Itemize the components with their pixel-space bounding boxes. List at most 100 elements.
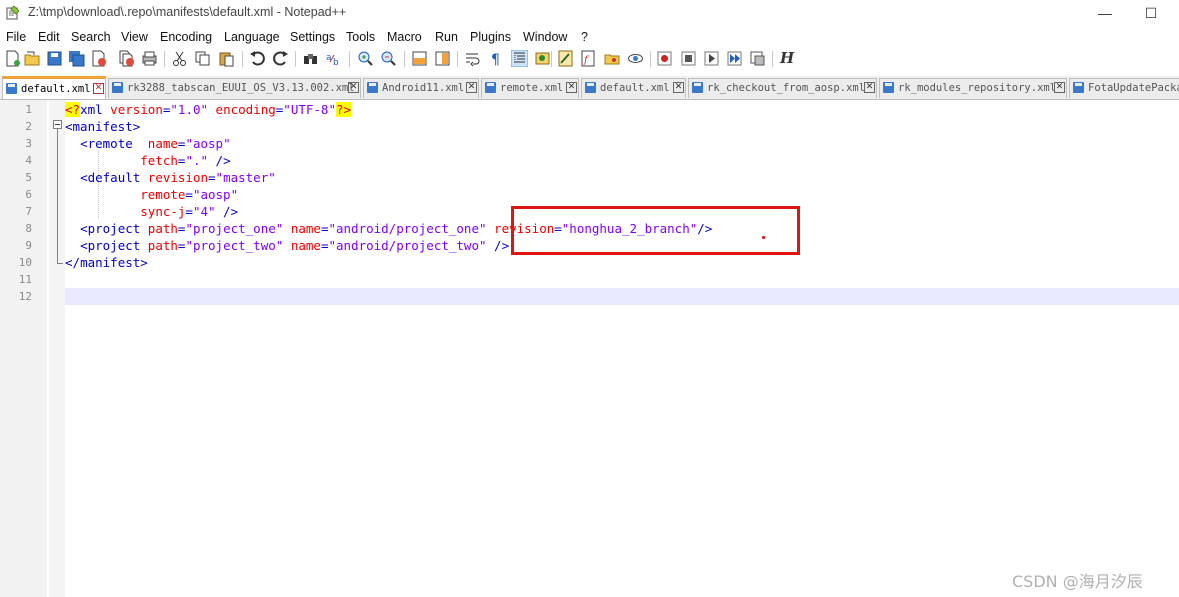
menu-view[interactable]: View: [121, 30, 148, 44]
print-icon[interactable]: [141, 50, 158, 67]
current-line-highlight: [65, 288, 1179, 305]
toolbar-separator: [242, 51, 243, 67]
menu-settings[interactable]: Settings: [290, 30, 335, 44]
find-icon[interactable]: [302, 50, 319, 67]
fold-end-marker: [57, 263, 63, 264]
menu-help[interactable]: ?: [581, 30, 588, 44]
line-number: 8: [25, 222, 32, 235]
menu-bar: File Edit Search View Encoding Language …: [0, 28, 1179, 47]
menu-tools[interactable]: Tools: [346, 30, 375, 44]
toolbar-separator: [164, 51, 165, 67]
menu-window[interactable]: Window: [523, 30, 567, 44]
maximize-button[interactable]: ☐: [1128, 0, 1174, 26]
menu-plugins[interactable]: Plugins: [470, 30, 511, 44]
undo-icon[interactable]: [249, 50, 266, 67]
menu-edit[interactable]: Edit: [38, 30, 60, 44]
tab-close-icon[interactable]: ✕: [466, 82, 477, 93]
fold-line: [57, 129, 58, 263]
folder-workspace-icon[interactable]: [604, 50, 621, 67]
redo-icon[interactable]: [272, 50, 289, 67]
code-line-7: sync-j="4" />: [140, 204, 239, 219]
saved-file-icon: [585, 82, 596, 93]
code-line-3: <remote name="aosp": [80, 136, 231, 151]
code-line-2: <manifest>: [65, 119, 141, 134]
tab-close-icon[interactable]: ✕: [566, 82, 577, 93]
run-macro-multiple-icon[interactable]: [726, 50, 743, 67]
play-macro-icon[interactable]: [703, 50, 720, 67]
monitoring-icon[interactable]: [627, 50, 644, 67]
toolbar: ab ¶ f H: [0, 48, 1179, 70]
stop-macro-icon[interactable]: [680, 50, 697, 67]
line-number: 3: [25, 137, 32, 150]
svg-text:¶: ¶: [491, 52, 500, 67]
indent-guide-icon[interactable]: [511, 50, 528, 67]
line-number: 9: [25, 239, 32, 252]
show-all-chars-icon[interactable]: ¶: [487, 50, 504, 67]
tab-label: rk3288_tabscan_EUUI_OS_V3.13.002.xml: [127, 82, 355, 94]
menu-run[interactable]: Run: [435, 30, 458, 44]
tab-remote-xml[interactable]: remote.xml ✕: [481, 78, 579, 98]
replace-icon[interactable]: ab: [325, 50, 342, 67]
sync-horizontal-icon[interactable]: [434, 50, 451, 67]
tab-rk-checkout-from-aosp[interactable]: rk_checkout_from_aosp.xml ✕: [688, 78, 877, 98]
save-all-icon[interactable]: [68, 50, 85, 67]
paste-icon[interactable]: [218, 50, 235, 67]
open-file-icon[interactable]: [24, 50, 41, 67]
code-line-1: <?xml version="1.0" encoding="UTF-8"?>: [65, 102, 352, 117]
tab-default-xml-2[interactable]: default.xml ✕: [581, 78, 686, 98]
tab-fotaupdatepackage[interactable]: FotaUpdatePacka: [1069, 78, 1179, 98]
notepad-plus-plus-logo-icon: [6, 5, 20, 20]
minimize-button[interactable]: —: [1082, 0, 1128, 26]
tab-android11-xml[interactable]: Android11.xml ✕: [363, 78, 479, 98]
close-all-icon[interactable]: [118, 50, 135, 67]
cut-icon[interactable]: [171, 50, 188, 67]
tab-close-icon[interactable]: ✕: [93, 83, 104, 94]
word-wrap-icon[interactable]: [464, 50, 481, 67]
toolbar-separator: [295, 51, 296, 67]
zoom-out-icon[interactable]: [380, 50, 397, 67]
sync-vertical-icon[interactable]: [411, 50, 428, 67]
code-line-4: fetch="." />: [140, 153, 231, 168]
menu-file[interactable]: File: [6, 30, 26, 44]
user-define-icon[interactable]: [534, 50, 551, 67]
line-number: 4: [25, 154, 32, 167]
new-file-icon[interactable]: [4, 50, 21, 67]
document-map-icon[interactable]: [557, 50, 574, 67]
tab-label: Android11.xml: [382, 82, 465, 94]
close-icon[interactable]: [90, 50, 107, 67]
toolbar-separator: [551, 51, 552, 67]
title-bar: Z:\tmp\download\.repo\manifests\default.…: [0, 0, 1179, 26]
line-number: 6: [25, 188, 32, 201]
tab-close-icon[interactable]: ✕: [673, 82, 684, 93]
tab-label: default.xml: [21, 83, 91, 95]
tab-label: rk_checkout_from_aosp.xml: [707, 82, 866, 94]
copy-icon[interactable]: [194, 50, 211, 67]
toolbar-separator: [650, 51, 651, 67]
watermark: CSDN @海月汐辰: [1012, 572, 1143, 591]
svg-text:b: b: [333, 58, 339, 67]
menu-macro[interactable]: Macro: [387, 30, 422, 44]
toolbar-separator: [772, 51, 773, 67]
menu-search[interactable]: Search: [71, 30, 111, 44]
save-macro-icon[interactable]: [749, 50, 766, 67]
tab-rk3288-tabscan[interactable]: rk3288_tabscan_EUUI_OS_V3.13.002.xml ✕: [108, 78, 361, 98]
red-highlight-box: [511, 206, 800, 255]
tab-rk-modules-repository[interactable]: rk_modules_repository.xml ✕: [879, 78, 1067, 98]
save-icon[interactable]: [46, 50, 63, 67]
function-list-icon[interactable]: f: [580, 50, 597, 67]
saved-file-icon: [367, 82, 378, 93]
zoom-in-icon[interactable]: [357, 50, 374, 67]
h-icon[interactable]: H: [780, 50, 797, 67]
toolbar-separator: [349, 51, 350, 67]
line-number: 12: [18, 290, 32, 303]
fold-toggle-icon[interactable]: [53, 120, 62, 129]
record-macro-icon[interactable]: [656, 50, 673, 67]
tab-close-icon[interactable]: ✕: [348, 82, 359, 93]
menu-encoding[interactable]: Encoding: [160, 30, 212, 44]
menu-language[interactable]: Language: [224, 30, 280, 44]
tab-close-icon[interactable]: ✕: [864, 82, 875, 93]
editor-area[interactable]: 1 2 3 4 5 6 7 8 9 10 11 12 <?xml version…: [0, 100, 1179, 597]
tab-close-icon[interactable]: ✕: [1054, 82, 1065, 93]
window-title: Z:\tmp\download\.repo\manifests\default.…: [28, 5, 347, 19]
tab-default-xml[interactable]: default.xml ✕: [2, 76, 106, 99]
